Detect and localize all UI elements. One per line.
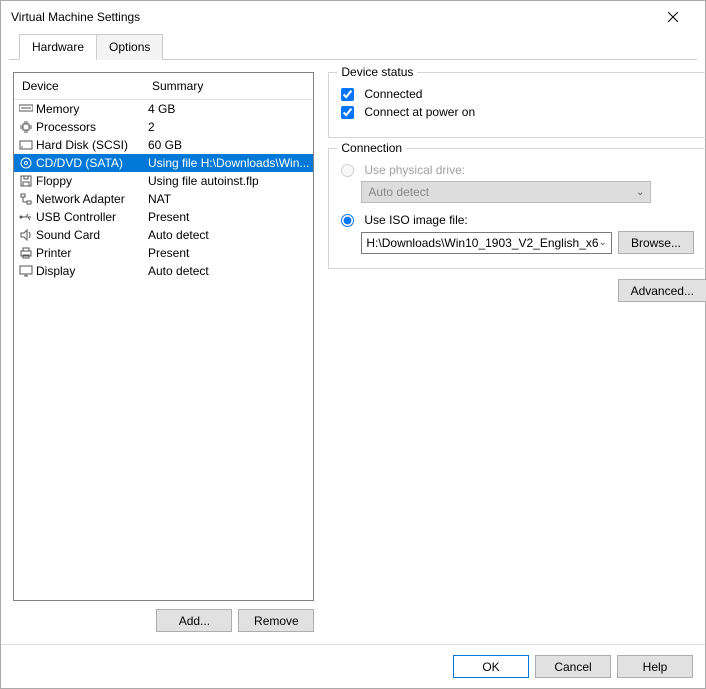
iso-path-combo[interactable]: H:\Downloads\Win10_1903_V2_English_x6 ⌄ [361, 232, 612, 254]
connected-checkbox-row[interactable]: Connected [341, 87, 694, 101]
cancel-button[interactable]: Cancel [535, 655, 611, 678]
add-button[interactable]: Add... [156, 609, 232, 632]
chevron-down-icon[interactable]: ⌄ [599, 237, 607, 248]
close-button[interactable] [653, 3, 693, 31]
network-icon [18, 191, 34, 207]
device-name: Network Adapter [36, 192, 148, 206]
device-summary: Auto detect [148, 228, 309, 242]
chevron-down-icon: ⌄ [636, 187, 644, 198]
device-row-floppy[interactable]: Floppy Using file autoinst.flp [14, 172, 313, 190]
device-row-usb[interactable]: USB Controller Present [14, 208, 313, 226]
device-summary: 4 GB [148, 102, 309, 116]
device-status-group: Device status Connected Connect at power… [328, 72, 706, 138]
footer: OK Cancel Help [1, 644, 705, 688]
device-name: Hard Disk (SCSI) [36, 138, 148, 152]
iso-radio[interactable] [341, 214, 354, 227]
browse-button[interactable]: Browse... [618, 231, 694, 254]
device-name: Display [36, 264, 148, 278]
harddisk-icon [18, 137, 34, 153]
connection-group: Connection Use physical drive: Auto dete… [328, 148, 706, 269]
device-row-processors[interactable]: Processors 2 [14, 118, 313, 136]
physical-drive-label: Use physical drive: [364, 163, 465, 177]
connect-poweron-checkbox-row[interactable]: Connect at power on [341, 105, 694, 119]
device-summary: Using file autoinst.flp [148, 174, 309, 188]
device-summary: 60 GB [148, 138, 309, 152]
settings-window: Virtual Machine Settings Hardware Option… [0, 0, 706, 689]
close-icon [668, 12, 678, 22]
printer-icon [18, 245, 34, 261]
titlebar: Virtual Machine Settings [1, 1, 705, 33]
connected-label: Connected [364, 87, 422, 101]
left-panel: Device Summary Memory 4 GB Processors 2 … [13, 72, 314, 632]
tabbar: Hardware Options [9, 33, 697, 60]
device-name: Printer [36, 246, 148, 260]
column-header-summary[interactable]: Summary [152, 79, 305, 93]
iso-path-value: H:\Downloads\Win10_1903_V2_English_x6 [366, 236, 598, 250]
device-name: Processors [36, 120, 148, 134]
help-button[interactable]: Help [617, 655, 693, 678]
ok-button[interactable]: OK [453, 655, 529, 678]
iso-label: Use ISO image file: [364, 213, 467, 227]
connect-poweron-checkbox[interactable] [341, 106, 354, 119]
content-area: Device Summary Memory 4 GB Processors 2 … [1, 60, 705, 644]
display-icon [18, 263, 34, 279]
floppy-icon [18, 173, 34, 189]
tab-hardware[interactable]: Hardware [19, 34, 97, 60]
physical-drive-radio[interactable] [341, 164, 354, 177]
device-summary: Present [148, 210, 309, 224]
memory-icon [18, 101, 34, 117]
device-summary: Using file H:\Downloads\Win... [148, 156, 309, 170]
iso-radio-row[interactable]: Use ISO image file: [341, 213, 694, 227]
advanced-row: Advanced... [328, 279, 706, 302]
physical-drive-value: Auto detect [368, 185, 429, 199]
device-name: Floppy [36, 174, 148, 188]
device-row-memory[interactable]: Memory 4 GB [14, 100, 313, 118]
connected-checkbox[interactable] [341, 88, 354, 101]
device-row-sound[interactable]: Sound Card Auto detect [14, 226, 313, 244]
connection-title: Connection [337, 141, 406, 155]
device-name: CD/DVD (SATA) [36, 156, 148, 170]
cpu-icon [18, 119, 34, 135]
device-row-printer[interactable]: Printer Present [14, 244, 313, 262]
device-status-title: Device status [337, 65, 417, 79]
device-summary: 2 [148, 120, 309, 134]
device-name: Sound Card [36, 228, 148, 242]
physical-drive-combo: Auto detect ⌄ [361, 181, 651, 203]
iso-row: H:\Downloads\Win10_1903_V2_English_x6 ⌄ … [361, 231, 694, 254]
device-buttons: Add... Remove [13, 609, 314, 632]
sound-icon [18, 227, 34, 243]
device-summary: NAT [148, 192, 309, 206]
device-row-network[interactable]: Network Adapter NAT [14, 190, 313, 208]
window-title: Virtual Machine Settings [11, 10, 140, 24]
advanced-button[interactable]: Advanced... [618, 279, 706, 302]
disc-icon [18, 155, 34, 171]
device-summary: Auto detect [148, 264, 309, 278]
device-summary: Present [148, 246, 309, 260]
column-header-device[interactable]: Device [22, 79, 152, 93]
usb-icon [18, 209, 34, 225]
tab-options[interactable]: Options [96, 34, 163, 60]
device-row-display[interactable]: Display Auto detect [14, 262, 313, 280]
device-name: USB Controller [36, 210, 148, 224]
device-row-harddisk[interactable]: Hard Disk (SCSI) 60 GB [14, 136, 313, 154]
device-list-header: Device Summary [14, 73, 313, 100]
device-row-cddvd[interactable]: CD/DVD (SATA) Using file H:\Downloads\Wi… [14, 154, 313, 172]
device-name: Memory [36, 102, 148, 116]
physical-drive-radio-row[interactable]: Use physical drive: [341, 163, 694, 177]
right-panel: Device status Connected Connect at power… [328, 72, 706, 632]
connect-poweron-label: Connect at power on [364, 105, 475, 119]
remove-button[interactable]: Remove [238, 609, 314, 632]
device-list: Device Summary Memory 4 GB Processors 2 … [13, 72, 314, 601]
